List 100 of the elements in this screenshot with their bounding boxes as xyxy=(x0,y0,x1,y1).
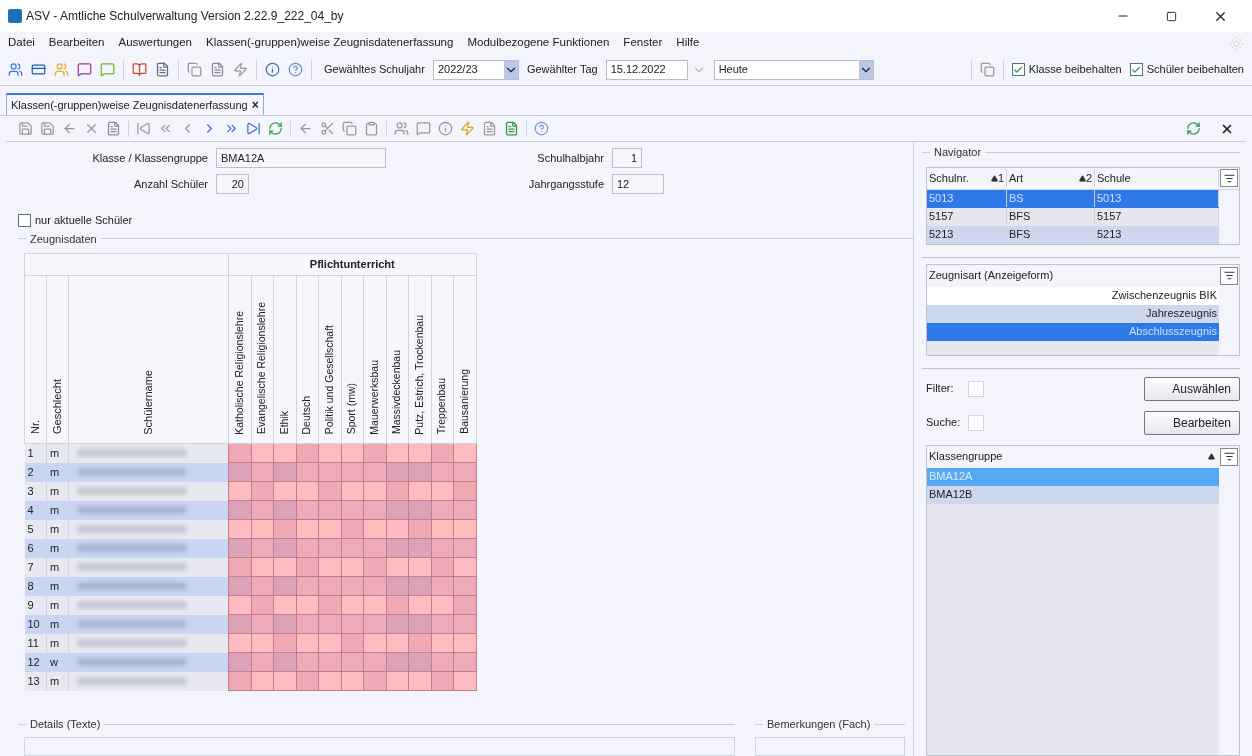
column-header[interactable]: Politik und Gesellschaft xyxy=(318,275,341,444)
people-icon[interactable] xyxy=(8,62,23,77)
lightning-icon[interactable] xyxy=(233,62,248,77)
document-icon[interactable] xyxy=(155,62,170,77)
column-header[interactable]: Massivdeckenbau xyxy=(386,275,409,444)
document-tab[interactable]: Klassen(-gruppen)weise Zeugnisdatenerfassung × xyxy=(6,93,264,115)
refresh-icon[interactable] xyxy=(268,121,283,136)
list-header: Zeugnisart (Anzeigeform) xyxy=(928,268,1055,284)
table-cell: 3 xyxy=(24,481,47,501)
menu-item[interactable]: Datei xyxy=(8,34,35,52)
sun-icon xyxy=(1229,35,1244,51)
count-field[interactable]: 20 xyxy=(216,174,249,194)
class-field[interactable]: BMA12A xyxy=(216,148,386,168)
half-year-field[interactable]: 1 xyxy=(612,148,642,168)
chevron-down-icon xyxy=(858,60,873,79)
sort-triangle-icon xyxy=(1078,174,1086,182)
checkbox[interactable] xyxy=(1129,63,1143,76)
people-icon[interactable] xyxy=(394,121,409,136)
copy-icon[interactable] xyxy=(979,62,995,77)
save-icon[interactable] xyxy=(40,121,55,136)
first-icon[interactable] xyxy=(136,121,151,136)
column-header[interactable]: Katholische Religionslehre xyxy=(228,275,251,444)
book-icon[interactable] xyxy=(132,62,147,77)
close-button[interactable]: × xyxy=(251,96,259,114)
menu-item[interactable]: Modulbezogene Funktionen xyxy=(467,34,610,52)
people-icon[interactable] xyxy=(54,62,69,77)
cut-icon[interactable] xyxy=(320,121,335,136)
column-header[interactable]: Schulnr. 1 xyxy=(927,169,1007,187)
select-button[interactable]: Auswählen xyxy=(1144,376,1240,401)
menu-item[interactable]: Auswertungen xyxy=(118,34,192,52)
column-header[interactable]: Schule xyxy=(1095,169,1219,187)
spreadsheet-icon[interactable] xyxy=(504,121,519,136)
search-checkbox[interactable] xyxy=(968,414,984,431)
table-cell: 2 xyxy=(24,462,47,482)
delete-icon[interactable] xyxy=(84,121,99,136)
copy-icon[interactable] xyxy=(187,62,202,77)
table-cell: 12 xyxy=(24,652,47,672)
date-field[interactable]: 15.12.2022 xyxy=(605,59,688,80)
field-label: Gewähltes Schuljahr xyxy=(324,62,425,78)
checkbox-label: Schüler beibehalten xyxy=(1146,62,1244,78)
field-label: Jahrgangsstufe xyxy=(527,176,604,192)
undo-icon[interactable] xyxy=(62,121,77,136)
field-label: Suche: xyxy=(926,415,962,431)
paste-icon[interactable] xyxy=(364,121,379,136)
window-title: ASV - Amtliche Schulverwaltung Version 2.22.9_222_04_by xyxy=(26,8,344,25)
remarks-text-area[interactable] xyxy=(755,736,905,756)
year-dropdown[interactable]: 2022/23 xyxy=(432,59,519,80)
details-text-area[interactable] xyxy=(24,736,735,756)
column-header[interactable]: Schülername xyxy=(68,275,229,444)
column-chooser-icon[interactable] xyxy=(1220,447,1238,466)
menu-item[interactable]: Fenster xyxy=(623,34,663,52)
column-header[interactable]: Art 2 xyxy=(1007,169,1095,187)
sort-order: 2 xyxy=(1085,170,1092,186)
save-icon[interactable] xyxy=(18,121,33,136)
help-icon[interactable] xyxy=(534,121,549,136)
restore-icon[interactable] xyxy=(1166,10,1177,22)
chevron-down-icon xyxy=(503,60,518,79)
checkbox[interactable] xyxy=(1011,63,1025,76)
menu-item[interactable]: Hilfe xyxy=(676,34,700,52)
copy-icon[interactable] xyxy=(342,121,357,136)
column-header[interactable]: Ethik xyxy=(273,275,296,444)
column-header[interactable]: Nr. xyxy=(24,275,47,444)
field-label: Klasse / Klassengruppe xyxy=(91,150,208,166)
checkbox[interactable] xyxy=(18,213,31,227)
table-cell: 9 xyxy=(24,595,47,615)
column-header[interactable]: Deutsch xyxy=(296,275,319,444)
checkbox-label: Klasse beibehalten xyxy=(1028,62,1122,78)
menu-item[interactable]: Bearbeiten xyxy=(48,34,105,52)
section-title: Details (Texte) xyxy=(30,717,101,732)
last-icon[interactable] xyxy=(246,121,261,136)
field-label: Schulhalbjahr xyxy=(536,150,604,166)
filter-checkbox[interactable] xyxy=(968,380,984,397)
column-header[interactable]: Sport (mw) xyxy=(341,275,364,444)
form-icon[interactable] xyxy=(106,121,121,136)
column-header[interactable]: Bausanierung xyxy=(453,275,477,444)
edit-button[interactable]: Bearbeiten xyxy=(1144,410,1240,435)
column-chooser-icon[interactable] xyxy=(1220,169,1238,187)
chat-icon[interactable] xyxy=(100,62,115,77)
chat-icon[interactable] xyxy=(416,121,431,136)
column-header[interactable]: Putz, Estrich, Trockenbau xyxy=(408,275,431,444)
info-icon[interactable] xyxy=(265,62,280,77)
list-item[interactable]: Zwischenzeugnis BIK xyxy=(927,286,1219,305)
column-header[interactable]: Evangelische Religionslehre xyxy=(251,275,274,444)
table-cell: 6 xyxy=(24,538,47,558)
day-dropdown[interactable]: Heute xyxy=(713,59,874,80)
table-cell: 10 xyxy=(24,614,47,634)
column-header[interactable]: Mauerwerksbau xyxy=(363,275,386,444)
column-header[interactable]: Geschlecht xyxy=(46,275,69,444)
section-title: Zeugnisdaten xyxy=(30,231,97,247)
grade-level-field[interactable]: 12 xyxy=(612,174,664,194)
card-icon[interactable] xyxy=(31,62,46,77)
chat-icon[interactable] xyxy=(77,62,92,77)
menu-item[interactable]: Klassen(-gruppen)weise Zeugnisdatenerfassung xyxy=(206,34,454,52)
column-chooser-icon[interactable] xyxy=(1220,266,1238,285)
table-cell: 13 xyxy=(24,671,47,691)
field-label: Anzahl Schüler xyxy=(133,176,208,192)
help-icon[interactable] xyxy=(288,62,303,77)
column-header[interactable]: Treppenbau xyxy=(431,275,454,444)
refresh-icon[interactable] xyxy=(1186,121,1201,136)
app-logo-icon xyxy=(8,9,22,23)
